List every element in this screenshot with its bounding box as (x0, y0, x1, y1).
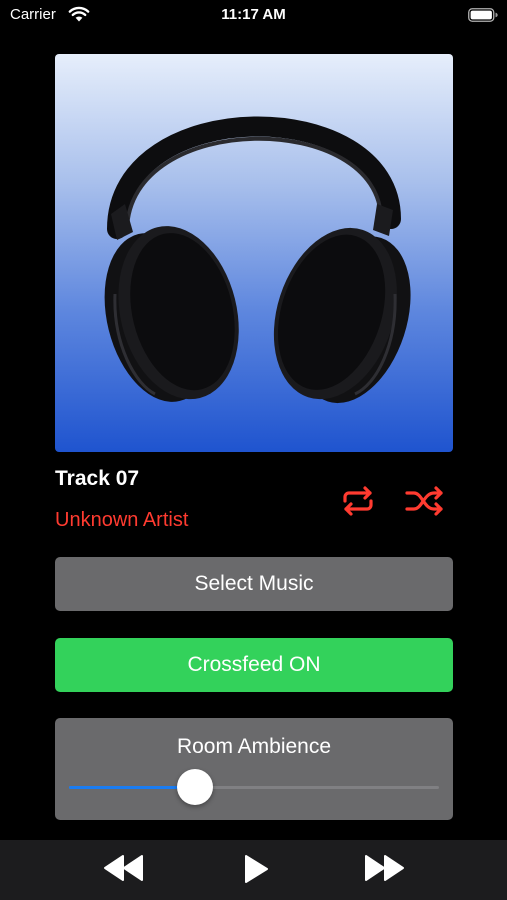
battery-icon (468, 8, 498, 22)
rewind-icon[interactable] (103, 854, 145, 882)
slider-thumb[interactable] (176, 769, 213, 805)
track-title: Track 07 (55, 467, 140, 490)
artist-name: Unknown Artist (55, 509, 189, 531)
playback-toolbar (0, 840, 507, 900)
shuffle-icon[interactable] (404, 486, 446, 516)
room-ambience-panel: Room Ambience (55, 718, 453, 820)
select-music-button[interactable]: Select Music (55, 557, 453, 611)
repeat-icon[interactable] (339, 486, 377, 516)
play-icon[interactable] (240, 854, 270, 884)
room-ambience-label: Room Ambience (176, 735, 332, 758)
headphones-artwork (104, 116, 411, 404)
room-ambience-slider[interactable] (69, 769, 439, 805)
status-bar: Carrier 11:17 AM (0, 0, 507, 32)
crossfeed-toggle-button[interactable]: Crossfeed ON (55, 638, 453, 692)
fast-forward-icon[interactable] (363, 854, 405, 882)
slider-fill (69, 786, 195, 789)
status-time: 11:17 AM (221, 6, 286, 23)
album-artwork (55, 54, 453, 452)
